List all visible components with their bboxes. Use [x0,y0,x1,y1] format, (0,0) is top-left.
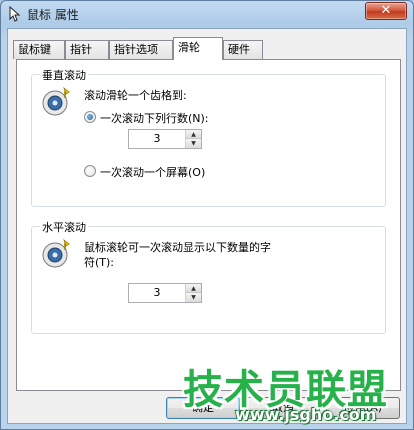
lines-decrement-icon[interactable]: ▼ [186,139,201,148]
lines-stepper-buttons: ▲ ▼ [185,130,201,148]
apply-button[interactable]: 应用(A) [326,397,400,419]
window-title: 鼠标 属性 [27,8,79,22]
cancel-button[interactable]: 取消 [246,397,320,419]
tab-mouse-buttons[interactable]: 鼠标键 [13,40,65,59]
tab-pointer-options[interactable]: 指针选项 [109,40,173,59]
dialog-client-area: 鼠标键 指针 指针选项 滑轮 硬件 垂直滚动 滚动滑轮一个齿格到: 一次滚动下列… [7,28,407,424]
wheel-tab-panel: 垂直滚动 滚动滑轮一个齿格到: 一次滚动下列行数(N): 3 ▲ ▼ 一次滚动一… [16,59,401,391]
scroll-screen-radio[interactable] [84,165,96,177]
vertical-scroll-wheel-icon [42,86,70,116]
vertical-scroll-prompt: 滚动滑轮一个齿格到: [84,89,187,102]
mouse-properties-window: 鼠标 属性 ✕ 鼠标键 指针 指针选项 滑轮 硬件 垂直滚动 滚动滑轮一个齿格到… [0,0,414,430]
chars-increment-icon[interactable]: ▲ [186,284,201,293]
chars-stepper-buttons: ▲ ▼ [185,284,201,302]
horizontal-scroll-wheel-icon [42,238,70,268]
scroll-screen-label[interactable]: 一次滚动一个屏幕(O) [100,164,205,180]
chars-per-notch-value[interactable]: 3 [129,284,185,302]
lines-per-notch-value[interactable]: 3 [129,130,185,148]
horizontal-scroll-prompt-line2: 符(T): [84,256,115,269]
lines-increment-icon[interactable]: ▲ [186,130,201,139]
vertical-scroll-legend: 垂直滚动 [40,67,88,83]
vertical-scroll-group: 垂直滚动 滚动滑轮一个齿格到: 一次滚动下列行数(N): 3 ▲ ▼ 一次滚动一… [31,67,386,207]
tab-hardware[interactable]: 硬件 [223,40,263,59]
title-bar[interactable]: 鼠标 属性 ✕ [1,1,413,27]
chars-per-notch-stepper[interactable]: 3 ▲ ▼ [128,283,202,303]
ok-button[interactable]: 确定 [166,397,240,419]
chars-decrement-icon[interactable]: ▼ [186,293,201,302]
close-button[interactable]: ✕ [365,2,407,20]
horizontal-scroll-prompt-line1: 鼠标滚轮可一次滚动显示以下数量的字 [84,241,271,254]
horizontal-scroll-group: 水平滚动 鼠标滚轮可一次滚动显示以下数量的字 符(T): 3 ▲ ▼ [31,219,386,334]
lines-per-notch-stepper[interactable]: 3 ▲ ▼ [128,129,202,149]
scroll-lines-label[interactable]: 一次滚动下列行数(N): [100,110,209,126]
tab-wheel[interactable]: 滑轮 [173,37,223,60]
mouse-pointer-icon [9,6,21,22]
tab-pointers[interactable]: 指针 [65,40,109,59]
scroll-lines-radio[interactable] [84,111,96,123]
horizontal-scroll-legend: 水平滚动 [40,219,88,235]
